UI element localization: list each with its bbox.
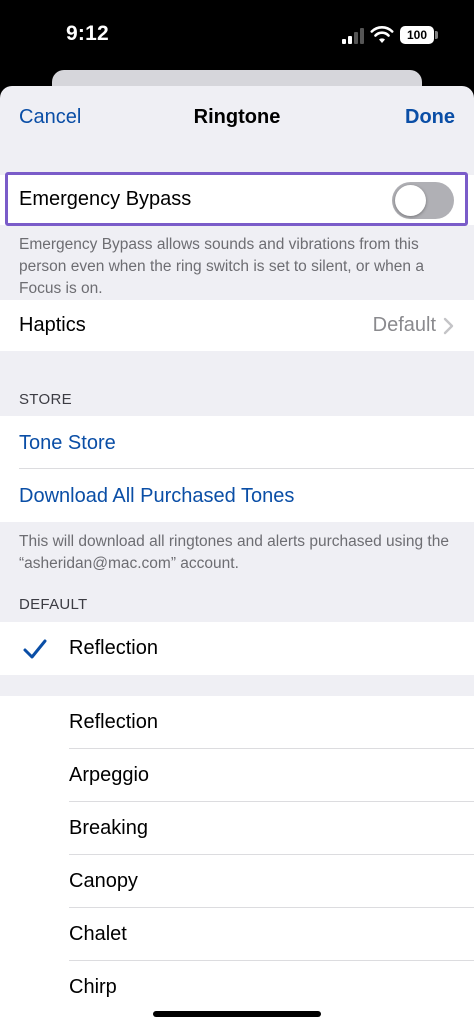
ringtone-item[interactable]: Chirp <box>0 961 474 1013</box>
done-button[interactable]: Done <box>405 106 455 129</box>
status-time: 9:12 <box>66 22 109 45</box>
page-title: Ringtone <box>193 106 281 128</box>
chevron-right-icon <box>443 317 454 335</box>
ringtone-label: Reflection <box>69 711 158 733</box>
ringtone-item[interactable]: Canopy <box>0 855 474 907</box>
store-footnote: This will download all ringtones and ale… <box>19 533 449 572</box>
nav-bar: Cancel Ringtone Done <box>0 86 474 148</box>
store-header: STORE <box>19 391 72 408</box>
battery-tip <box>435 31 438 39</box>
ringtone-label: Canopy <box>69 870 138 892</box>
status-bar: 9:12 100 <box>0 0 474 70</box>
ringtone-label: Breaking <box>69 817 148 839</box>
divider <box>19 468 474 469</box>
emergency-bypass-description: Emergency Bypass allows sounds and vibra… <box>19 236 424 297</box>
ringtone-sheet: Cancel Ringtone Done Emergency Bypass Em… <box>0 86 474 1026</box>
ringtone-item[interactable]: Reflection <box>0 696 474 748</box>
ringtones-list: Reflection Arpeggio Breaking Canopy Chal… <box>0 696 474 1026</box>
default-ringtone-label: Reflection <box>69 637 158 659</box>
checkmark-icon <box>23 639 47 659</box>
cellular-signal-icon <box>342 28 364 44</box>
ringtone-item[interactable]: Breaking <box>0 802 474 854</box>
store-group: Tone Store Download All Purchased Tones <box>0 416 474 522</box>
default-header: DEFAULT <box>19 596 88 613</box>
haptics-label: Haptics <box>19 314 86 336</box>
ringtone-item[interactable]: Arpeggio <box>0 749 474 801</box>
default-ringtone-row[interactable]: Reflection <box>0 622 474 675</box>
wifi-icon <box>370 26 394 43</box>
ringtone-item[interactable]: Chalet <box>0 908 474 960</box>
download-all-tones-link[interactable]: Download All Purchased Tones <box>19 485 294 508</box>
haptics-value: Default <box>372 314 436 336</box>
highlight-box <box>5 172 468 226</box>
ringtone-label: Chirp <box>69 976 117 998</box>
haptics-row[interactable]: Haptics Default <box>0 300 474 351</box>
tone-store-link[interactable]: Tone Store <box>19 432 116 455</box>
ringtone-label: Arpeggio <box>69 764 150 786</box>
home-indicator[interactable] <box>153 1011 321 1017</box>
ringtone-label: Chalet <box>69 923 127 945</box>
battery-icon: 100 <box>400 26 434 44</box>
